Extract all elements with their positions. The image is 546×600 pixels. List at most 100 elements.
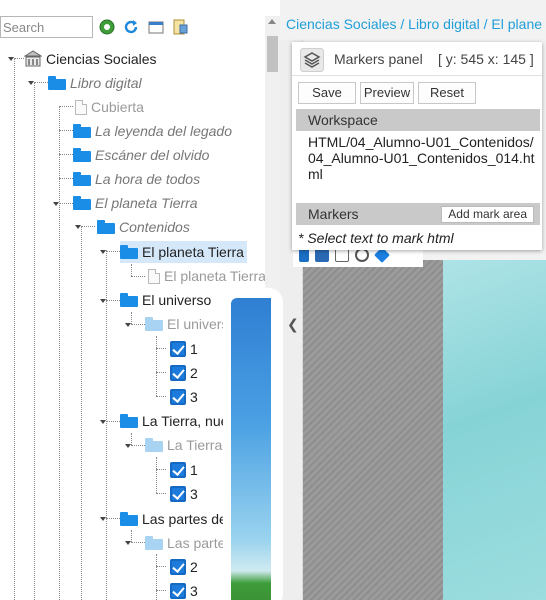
tree-node-root[interactable]: Ciencias Sociales bbox=[24, 48, 157, 70]
window-icon[interactable] bbox=[148, 19, 164, 35]
tree-node-label: Cubierta bbox=[91, 99, 144, 115]
workspace-path: HTML/04_Alumno-U01_Contenidos/04_Alumno-… bbox=[308, 134, 535, 182]
page-icon[interactable] bbox=[335, 248, 349, 262]
folder-icon bbox=[120, 293, 138, 307]
tree-node-selected[interactable]: El planeta Tierra bbox=[120, 241, 247, 263]
library-icon bbox=[24, 50, 42, 67]
tree-node-contents[interactable]: Contenidos bbox=[97, 216, 190, 238]
expand-arrow-icon[interactable] bbox=[28, 81, 34, 85]
layers-icon bbox=[303, 52, 321, 68]
expand-arrow-icon[interactable] bbox=[100, 299, 106, 303]
tree-node-label: 3 bbox=[190, 583, 198, 599]
folder-icon bbox=[97, 220, 115, 234]
tree-node-item[interactable]: 2 bbox=[170, 362, 198, 384]
expand-arrow-icon[interactable] bbox=[75, 225, 81, 229]
reset-button[interactable]: Reset bbox=[418, 82, 476, 104]
tree-connector bbox=[59, 154, 73, 155]
tree-connector bbox=[156, 457, 157, 493]
tree-connector bbox=[156, 469, 166, 470]
tree-connector bbox=[14, 58, 15, 600]
markers-panel-title: Markers panel bbox=[334, 51, 423, 67]
tree-node-label: 2 bbox=[190, 365, 198, 381]
checkbox-checked-icon[interactable] bbox=[170, 365, 186, 381]
tree-node-item[interactable]: 3 bbox=[170, 580, 198, 600]
tree-node-chapter[interactable]: Escáner del olvido bbox=[73, 144, 209, 166]
tree-node-item[interactable]: 1 bbox=[170, 459, 198, 481]
tree-node-label: El universo bbox=[142, 292, 212, 308]
expand-arrow-icon[interactable] bbox=[125, 323, 131, 327]
tree-node-chapter[interactable]: La leyenda del legado bbox=[73, 120, 232, 142]
markers-label: Markers bbox=[308, 206, 359, 222]
tree-connector bbox=[156, 396, 166, 397]
tree-node-label: Ciencias Sociales bbox=[46, 51, 157, 67]
tree-node-label: El planeta Tierra bbox=[95, 195, 198, 211]
tree-node-chapter[interactable]: El planeta Tierra bbox=[73, 192, 198, 214]
markers-section-header: Markers Add mark area bbox=[296, 203, 540, 225]
tree-node-section[interactable]: El universo bbox=[120, 289, 211, 311]
tree-node-item[interactable]: 1 bbox=[170, 338, 198, 360]
tree-node-label: El planeta Tierra bbox=[142, 244, 244, 260]
scrollbar-thumb[interactable] bbox=[267, 36, 278, 72]
checkbox-checked-icon[interactable] bbox=[170, 341, 186, 357]
folder-icon bbox=[145, 438, 163, 452]
markers-hint: * Select text to mark html bbox=[298, 230, 454, 246]
expand-arrow-icon[interactable] bbox=[8, 57, 14, 61]
tree-node-label: 3 bbox=[190, 389, 198, 405]
workspace-section-header: Workspace bbox=[296, 109, 540, 131]
expand-arrow-icon[interactable] bbox=[100, 250, 106, 254]
expand-arrow-icon[interactable] bbox=[100, 420, 106, 424]
tree-connector bbox=[106, 251, 120, 252]
tree-connector bbox=[156, 590, 166, 591]
user-icon[interactable] bbox=[355, 248, 369, 262]
preview-button[interactable]: Preview bbox=[360, 82, 414, 104]
tree-node-item[interactable]: 3 bbox=[170, 386, 198, 408]
refresh-icon[interactable] bbox=[123, 19, 139, 35]
tree-node-page[interactable]: El planeta Tierra bbox=[146, 265, 266, 287]
tree-connector bbox=[14, 58, 24, 59]
tree-node-label: 2 bbox=[190, 559, 198, 575]
tree-node-book[interactable]: Libro digital bbox=[48, 72, 142, 94]
globe-icon[interactable] bbox=[99, 19, 115, 35]
tree-connector bbox=[156, 566, 166, 567]
checkbox-checked-icon[interactable] bbox=[170, 559, 186, 575]
tree-connector bbox=[156, 554, 157, 600]
landscape-image bbox=[231, 298, 271, 600]
tree-node-chapter[interactable]: La hora de todos bbox=[73, 168, 200, 190]
checkbox-checked-icon[interactable] bbox=[170, 583, 186, 599]
tree-connector bbox=[106, 300, 120, 301]
tree-connector bbox=[59, 178, 73, 179]
checkbox-checked-icon[interactable] bbox=[170, 462, 186, 478]
tree-node-item[interactable]: 2 bbox=[170, 556, 198, 578]
expand-arrow-icon[interactable] bbox=[53, 202, 59, 206]
collapse-left-icon[interactable]: ❮ bbox=[287, 316, 299, 333]
folder-icon bbox=[48, 76, 66, 90]
tree-connector bbox=[131, 542, 145, 543]
tree-connector bbox=[156, 348, 166, 349]
tree-connector bbox=[156, 336, 157, 396]
tree-connector bbox=[131, 530, 132, 542]
tree-node-item[interactable]: 3 bbox=[170, 483, 198, 505]
tree-node-label: 1 bbox=[190, 462, 198, 478]
save-button[interactable]: Save bbox=[298, 82, 356, 104]
document-icon bbox=[75, 99, 87, 115]
expand-arrow-icon[interactable] bbox=[125, 444, 131, 448]
add-mark-area-button[interactable]: Add mark area bbox=[441, 206, 534, 223]
tree-connector bbox=[34, 82, 48, 83]
layers-button[interactable] bbox=[300, 48, 324, 72]
tree-node-cover[interactable]: Cubierta bbox=[73, 96, 144, 118]
tree-connector bbox=[59, 130, 73, 131]
breadcrumb[interactable]: Ciencias Sociales / Libro digital / El p… bbox=[286, 16, 542, 34]
tree-node-label: La leyenda del legado bbox=[95, 123, 233, 139]
tree-connector bbox=[59, 106, 73, 107]
workspace-label: Workspace bbox=[308, 112, 378, 128]
share-icon[interactable] bbox=[315, 248, 329, 262]
checkbox-checked-icon[interactable] bbox=[170, 389, 186, 405]
expand-arrow-icon[interactable] bbox=[125, 541, 131, 545]
bookmark-icon[interactable] bbox=[299, 248, 309, 262]
scroll-up-icon[interactable] bbox=[268, 19, 276, 24]
tree-node-label: El planeta Tierra bbox=[164, 268, 266, 284]
expand-arrow-icon[interactable] bbox=[100, 517, 106, 521]
search-input[interactable] bbox=[0, 16, 93, 38]
checkbox-checked-icon[interactable] bbox=[170, 486, 186, 502]
document-tool-icon[interactable] bbox=[172, 19, 188, 35]
